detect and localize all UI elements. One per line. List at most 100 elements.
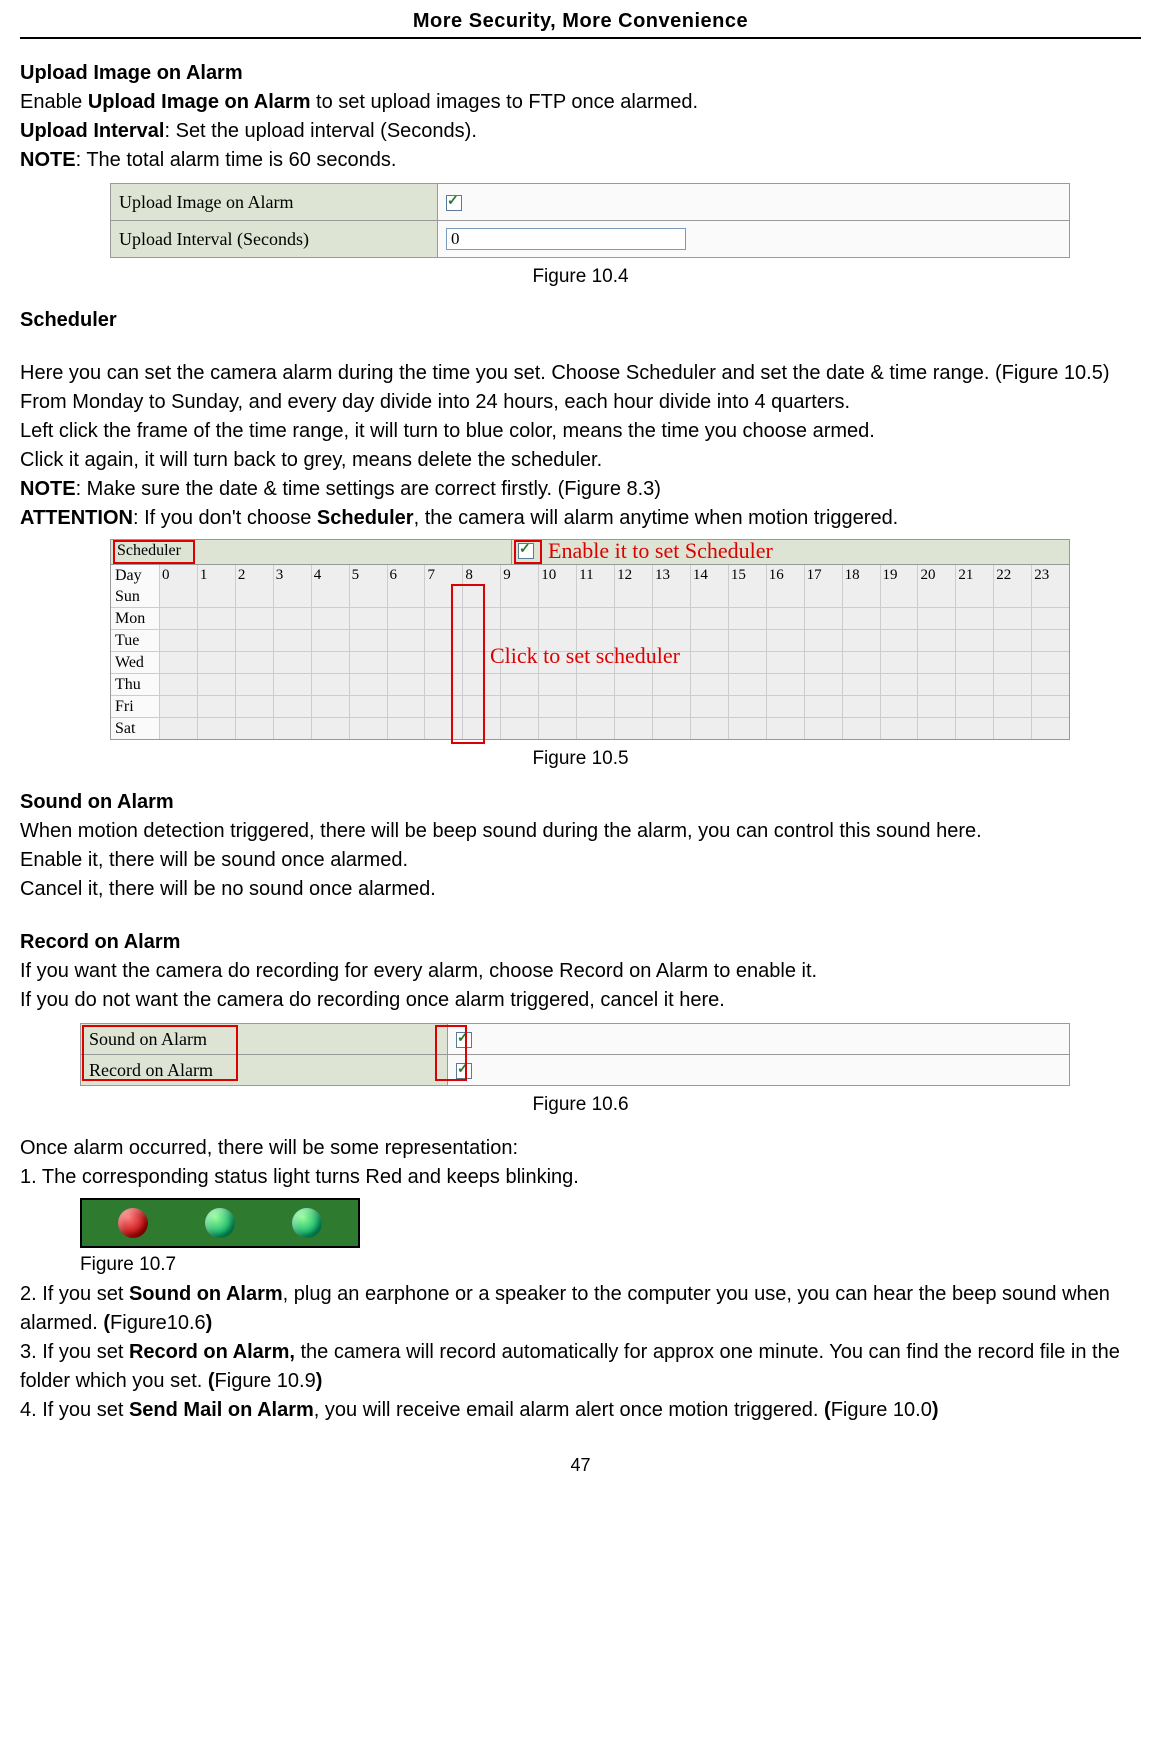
scheduler-cell[interactable] [312,630,350,651]
scheduler-cell[interactable] [350,652,388,673]
scheduler-cell[interactable] [729,674,767,695]
scheduler-cell[interactable] [843,718,881,739]
scheduler-cell[interactable] [956,630,994,651]
scheduler-cell[interactable] [463,586,501,607]
scheduler-cell[interactable] [843,630,881,651]
scheduler-cell[interactable] [805,696,843,717]
scheduler-cell[interactable] [843,696,881,717]
scheduler-cell[interactable] [918,608,956,629]
scheduler-cell[interactable] [1032,630,1069,651]
scheduler-cell[interactable] [881,696,919,717]
scheduler-cell[interactable] [805,674,843,695]
scheduler-cell[interactable] [463,674,501,695]
scheduler-cell[interactable] [881,652,919,673]
scheduler-cell[interactable] [463,630,501,651]
scheduler-cell[interactable] [994,696,1032,717]
record-on-alarm-checkbox[interactable] [456,1063,472,1079]
scheduler-cell[interactable] [767,608,805,629]
scheduler-cell[interactable] [160,718,198,739]
scheduler-cell[interactable] [691,718,729,739]
scheduler-cell[interactable] [425,718,463,739]
scheduler-cell[interactable] [577,608,615,629]
scheduler-cell[interactable] [653,586,691,607]
scheduler-cell[interactable] [918,674,956,695]
scheduler-cell[interactable] [160,630,198,651]
scheduler-cell[interactable] [881,718,919,739]
scheduler-cell[interactable] [388,608,426,629]
scheduler-cell[interactable] [1032,586,1069,607]
scheduler-cell[interactable] [236,696,274,717]
scheduler-cell[interactable] [653,630,691,651]
scheduler-cell[interactable] [956,652,994,673]
scheduler-cell[interactable] [160,608,198,629]
scheduler-cell[interactable] [198,586,236,607]
scheduler-cell[interactable] [805,608,843,629]
scheduler-cell[interactable] [767,630,805,651]
scheduler-cell[interactable] [236,608,274,629]
scheduler-cell[interactable] [615,586,653,607]
scheduler-cell[interactable] [577,696,615,717]
scheduler-cell[interactable] [425,586,463,607]
scheduler-cell[interactable] [994,630,1032,651]
scheduler-cell[interactable] [691,586,729,607]
scheduler-cell[interactable] [274,652,312,673]
scheduler-cell[interactable] [539,674,577,695]
scheduler-cell[interactable] [388,696,426,717]
scheduler-cell[interactable] [388,586,426,607]
scheduler-cell[interactable] [767,674,805,695]
scheduler-cell[interactable] [615,674,653,695]
scheduler-cell[interactable] [767,696,805,717]
scheduler-cell[interactable] [615,718,653,739]
scheduler-cell[interactable] [881,586,919,607]
scheduler-cell[interactable] [160,674,198,695]
scheduler-cell[interactable] [767,586,805,607]
scheduler-cell[interactable] [236,674,274,695]
scheduler-cell[interactable] [501,608,539,629]
scheduler-cell[interactable] [274,718,312,739]
scheduler-cell[interactable] [653,696,691,717]
scheduler-cell[interactable] [1032,674,1069,695]
scheduler-enable-checkbox[interactable] [518,543,534,559]
scheduler-cell[interactable] [425,696,463,717]
scheduler-cell[interactable] [274,586,312,607]
scheduler-cell[interactable] [312,718,350,739]
scheduler-cell[interactable] [918,718,956,739]
scheduler-cell[interactable] [956,608,994,629]
scheduler-cell[interactable] [881,630,919,651]
scheduler-cell[interactable] [539,696,577,717]
scheduler-cell[interactable] [615,652,653,673]
scheduler-cell[interactable] [350,608,388,629]
scheduler-cell[interactable] [729,696,767,717]
scheduler-cell[interactable] [615,630,653,651]
scheduler-cell[interactable] [577,586,615,607]
scheduler-cell[interactable] [425,630,463,651]
scheduler-cell[interactable] [198,630,236,651]
scheduler-cell[interactable] [463,718,501,739]
scheduler-cell[interactable] [501,696,539,717]
scheduler-cell[interactable] [198,652,236,673]
scheduler-cell[interactable] [350,630,388,651]
scheduler-cell[interactable] [198,608,236,629]
scheduler-cell[interactable] [160,696,198,717]
scheduler-cell[interactable] [198,674,236,695]
scheduler-cell[interactable] [312,696,350,717]
scheduler-cell[interactable] [994,586,1032,607]
scheduler-cell[interactable] [805,630,843,651]
scheduler-cell[interactable] [729,586,767,607]
scheduler-cell[interactable] [881,608,919,629]
scheduler-cell[interactable] [767,652,805,673]
scheduler-cell[interactable] [577,674,615,695]
scheduler-cell[interactable] [312,586,350,607]
scheduler-cell[interactable] [1032,652,1069,673]
scheduler-cell[interactable] [956,586,994,607]
scheduler-cell[interactable] [729,718,767,739]
scheduler-cell[interactable] [1032,696,1069,717]
scheduler-cell[interactable] [539,608,577,629]
scheduler-cell[interactable] [388,630,426,651]
scheduler-cell[interactable] [501,630,539,651]
scheduler-cell[interactable] [1032,718,1069,739]
scheduler-cell[interactable] [198,696,236,717]
scheduler-cell[interactable] [425,652,463,673]
scheduler-cell[interactable] [956,696,994,717]
scheduler-cell[interactable] [918,586,956,607]
